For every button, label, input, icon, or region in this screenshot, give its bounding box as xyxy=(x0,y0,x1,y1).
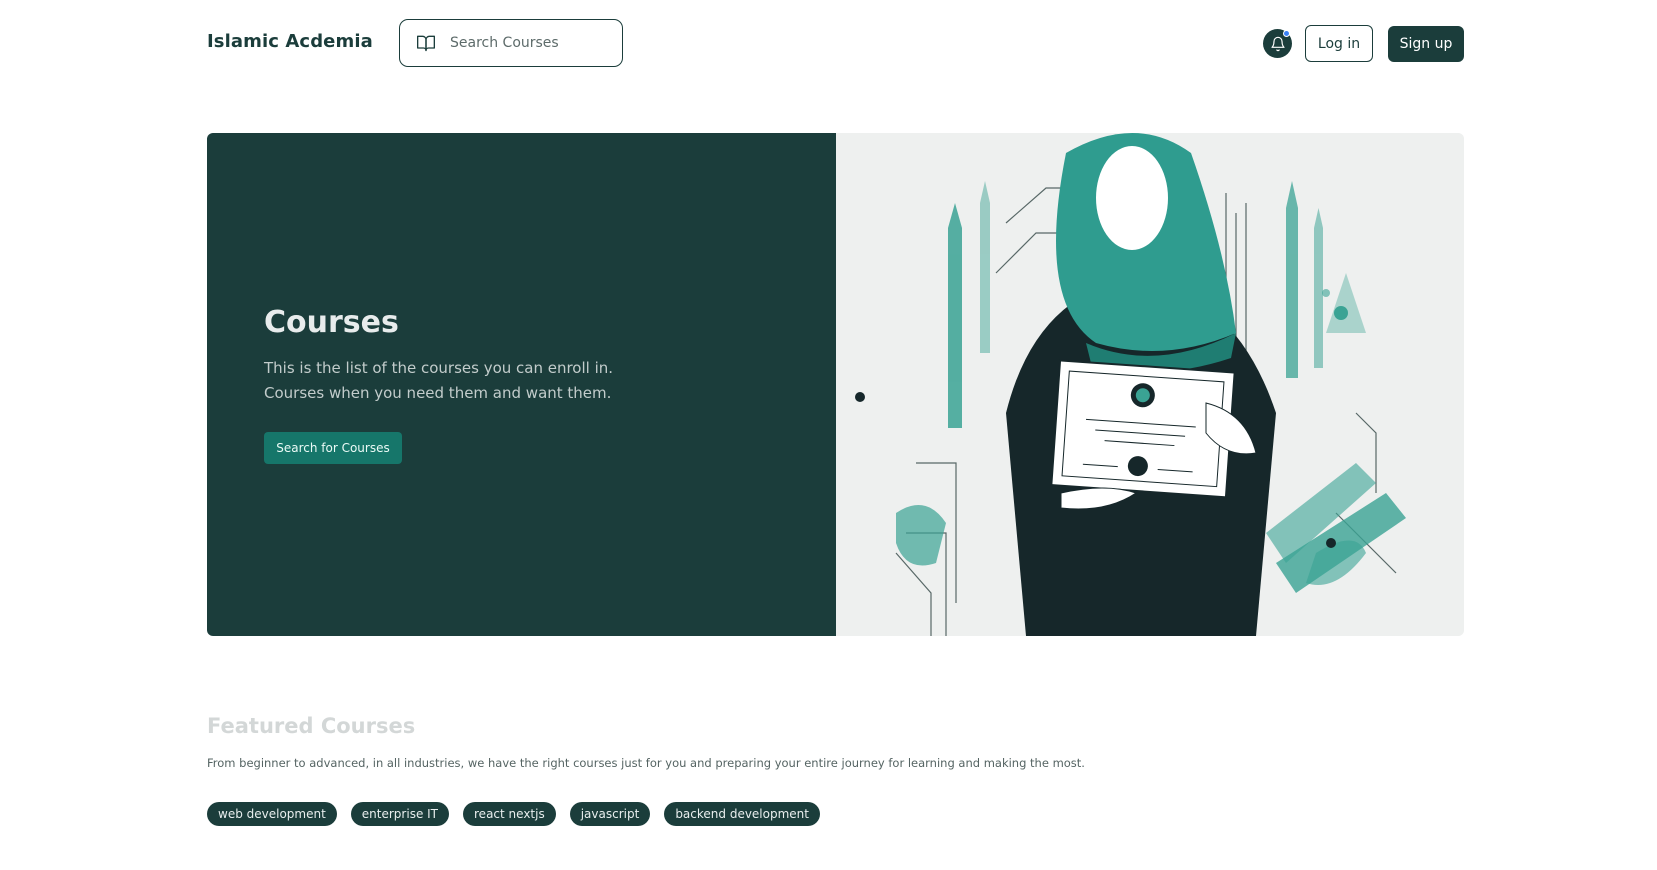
search-for-courses-button[interactable]: Search for Courses xyxy=(264,432,402,464)
hero-banner: Courses This is the list of the courses … xyxy=(207,133,1464,636)
hero-text-panel: Courses This is the list of the courses … xyxy=(207,133,836,636)
tag-react-nextjs[interactable]: react nextjs xyxy=(463,802,556,826)
course-tags: web development enterprise IT react next… xyxy=(207,802,820,826)
search-courses-input[interactable]: Search Courses xyxy=(399,19,623,67)
hero-title: Courses xyxy=(264,305,399,340)
featured-courses-title: Featured Courses xyxy=(207,714,416,738)
search-placeholder: Search Courses xyxy=(450,35,559,51)
graduate-certificate-illustration xyxy=(836,133,1464,636)
notification-dot xyxy=(1283,30,1290,37)
tag-javascript[interactable]: javascript xyxy=(569,802,651,826)
login-button[interactable]: Log in xyxy=(1305,25,1373,62)
tag-enterprise-it[interactable]: enterprise IT xyxy=(350,802,450,826)
hero-description-line: This is the list of the courses you can … xyxy=(264,359,614,377)
featured-courses-description: From beginner to advanced, in all indust… xyxy=(207,756,1085,770)
notifications-button[interactable] xyxy=(1263,29,1292,58)
brand-logo-text[interactable]: Islamic Acdemia xyxy=(207,31,373,52)
tag-web-development[interactable]: web development xyxy=(207,802,337,826)
hero-description-line: Courses when you need them and want them… xyxy=(264,384,612,402)
bell-icon xyxy=(1270,36,1285,51)
top-navbar: Islamic Acdemia Search Courses Log in Si… xyxy=(0,0,1657,84)
hero-description: This is the list of the courses you can … xyxy=(264,356,684,406)
book-open-icon xyxy=(416,33,436,53)
tag-backend-development[interactable]: backend development xyxy=(664,802,820,826)
hero-illustration xyxy=(836,133,1464,636)
signup-button[interactable]: Sign up xyxy=(1388,26,1464,62)
